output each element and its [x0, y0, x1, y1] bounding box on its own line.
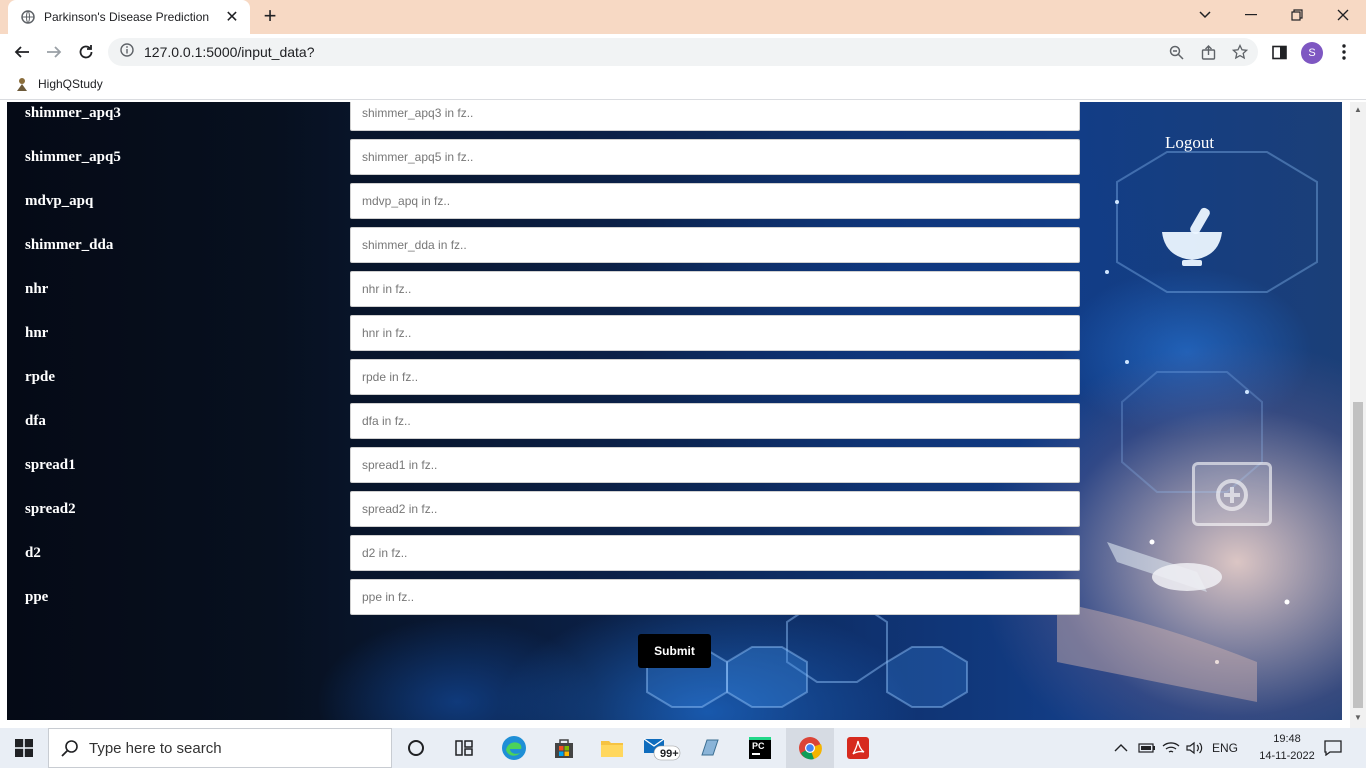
clock-date: 14-11-2022 — [1259, 750, 1315, 762]
url-text: 127.0.0.1:5000/input_data? — [144, 44, 315, 60]
language-indicator[interactable]: ENG — [1212, 728, 1238, 768]
bookmark-star-icon[interactable] — [1232, 44, 1248, 60]
store-icon[interactable] — [540, 728, 588, 768]
search-icon — [61, 739, 79, 757]
chrome-icon[interactable] — [786, 728, 834, 768]
file-explorer-icon[interactable] — [588, 728, 636, 768]
windows-start-icon[interactable] — [0, 728, 48, 768]
field-label: ppe — [25, 589, 49, 605]
side-panel-icon[interactable] — [1271, 44, 1287, 60]
form-row-ppe: ppe — [7, 579, 1107, 617]
page-background: Logout shimmer_apq3 shimmer_apq5 mdvp_apqs… — [7, 102, 1342, 720]
form-row-d2: d2 — [7, 535, 1107, 573]
field-label: d2 — [25, 545, 41, 561]
dfa-input[interactable] — [350, 403, 1080, 439]
mail-badge: 99+ — [660, 748, 679, 760]
snip-tool-icon[interactable] — [686, 728, 734, 768]
shimmer_dda-input[interactable] — [350, 227, 1080, 263]
form-row-shimmer_apq5: shimmer_apq5 — [7, 139, 1107, 177]
scroll-down-arrow-icon[interactable]: ▼ — [1354, 714, 1362, 722]
wifi-icon[interactable] — [1162, 728, 1180, 768]
clock-time: 19:48 — [1273, 733, 1301, 745]
rpde-input[interactable] — [350, 359, 1080, 395]
minimize-icon[interactable] — [1228, 0, 1274, 30]
field-label: shimmer_apq3 — [25, 105, 121, 121]
windows-taskbar: Type here to search 99+ PC ENG 19:48 14-… — [0, 728, 1366, 768]
browser-toolbar: 127.0.0.1:5000/input_data? S — [0, 34, 1366, 70]
address-bar[interactable]: 127.0.0.1:5000/input_data? — [108, 38, 1258, 66]
logout-link[interactable]: Logout — [1165, 133, 1214, 153]
browser-tab[interactable]: Parkinson's Disease Prediction ✕ — [8, 0, 250, 34]
globe-icon — [20, 9, 36, 25]
tab-search-icon[interactable] — [1182, 0, 1228, 30]
form-row-hnr: hnr — [7, 315, 1107, 353]
forward-arrow-icon[interactable] — [42, 40, 66, 64]
acrobat-icon[interactable] — [834, 728, 882, 768]
profile-avatar[interactable]: S — [1301, 42, 1323, 64]
field-label: nhr — [25, 281, 49, 297]
new-tab-button[interactable]: + — [258, 4, 282, 28]
mail-icon[interactable]: 99+ — [638, 728, 686, 768]
field-label: mdvp_apq — [25, 193, 94, 209]
svg-text:PC: PC — [752, 741, 765, 751]
bookmark-label: HighQStudy — [38, 77, 103, 91]
field-label: shimmer_dda — [25, 237, 114, 253]
site-info-icon[interactable] — [120, 42, 134, 62]
taskbar-search-box[interactable]: Type here to search — [48, 728, 392, 768]
shimmer_apq5-input[interactable] — [350, 139, 1080, 175]
more-menu-icon[interactable] — [1336, 44, 1352, 60]
field-label: spread2 — [25, 501, 76, 517]
pycharm-icon[interactable]: PC — [736, 728, 784, 768]
form-row-rpde: rpde — [7, 359, 1107, 397]
cortana-icon[interactable] — [392, 728, 440, 768]
form-row-nhr: nhr — [7, 271, 1107, 309]
form-row-spread1: spread1 — [7, 447, 1107, 485]
bookmark-favicon-icon — [14, 76, 30, 92]
page-scrollbar[interactable]: ▲ ▼ — [1350, 102, 1366, 728]
nhr-input[interactable] — [350, 271, 1080, 307]
ppe-input[interactable] — [350, 579, 1080, 615]
bookmark-highqstudy[interactable]: HighQStudy — [14, 76, 103, 92]
system-clock[interactable]: 19:48 14-11-2022 — [1257, 731, 1317, 765]
shimmer_apq3-input[interactable] — [350, 102, 1080, 131]
mdvp_apq-input[interactable] — [350, 183, 1080, 219]
search-placeholder: Type here to search — [89, 739, 222, 757]
field-label: rpde — [25, 369, 55, 385]
notifications-icon[interactable] — [1324, 728, 1342, 768]
medical-box-icon — [1192, 462, 1272, 526]
form-row-shimmer_dda: shimmer_dda — [7, 227, 1107, 265]
edge-browser-icon[interactable] — [490, 728, 538, 768]
volume-icon[interactable] — [1186, 728, 1204, 768]
battery-icon[interactable] — [1138, 728, 1156, 768]
bookmarks-bar: HighQStudy — [0, 70, 1366, 100]
task-view-icon[interactable] — [440, 728, 488, 768]
tab-title: Parkinson's Disease Prediction — [44, 10, 210, 24]
zoom-icon[interactable] — [1168, 44, 1184, 60]
restore-icon[interactable] — [1274, 0, 1320, 30]
spread2-input[interactable] — [350, 491, 1080, 527]
scroll-thumb[interactable] — [1353, 402, 1363, 708]
scroll-up-arrow-icon[interactable]: ▲ — [1354, 106, 1362, 114]
field-label: dfa — [25, 413, 46, 429]
tray-overflow-icon[interactable] — [1114, 728, 1128, 768]
field-label: shimmer_apq5 — [25, 149, 121, 165]
close-tab-icon[interactable]: ✕ — [224, 7, 240, 27]
form-row-spread2: spread2 — [7, 491, 1107, 529]
spread1-input[interactable] — [350, 447, 1080, 483]
submit-button[interactable]: Submit — [638, 634, 711, 668]
d2-input[interactable] — [350, 535, 1080, 571]
tab-strip: Parkinson's Disease Prediction ✕ + — [0, 0, 1366, 34]
form-row-mdvp_apq: mdvp_apq — [7, 183, 1107, 221]
form-row-dfa: dfa — [7, 403, 1107, 441]
mortar-pestle-icon — [1162, 207, 1222, 266]
share-icon[interactable] — [1200, 44, 1216, 60]
field-label: hnr — [25, 325, 49, 341]
form-row-shimmer_apq3: shimmer_apq3 — [7, 102, 1107, 133]
field-label: spread1 — [25, 457, 76, 473]
reload-icon[interactable] — [74, 40, 98, 64]
hnr-input[interactable] — [350, 315, 1080, 351]
close-window-icon[interactable] — [1320, 0, 1366, 30]
back-arrow-icon[interactable] — [10, 40, 34, 64]
